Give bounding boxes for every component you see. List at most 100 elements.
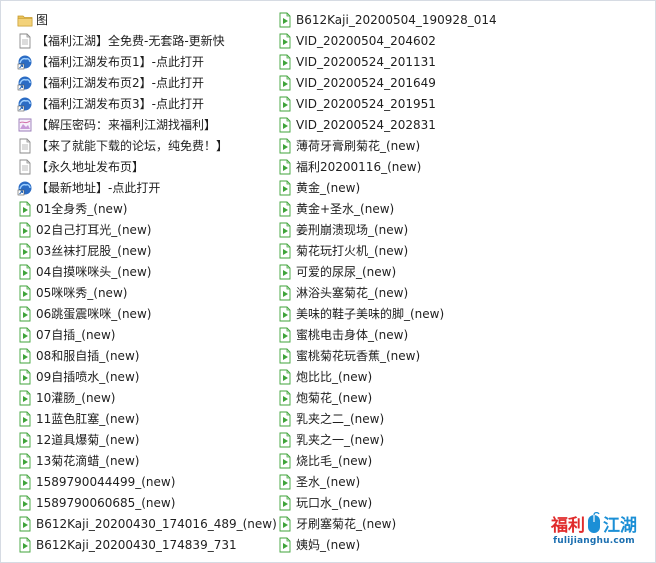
file-item[interactable]: 1589790060685_(new) [17,492,279,513]
video-file-icon [277,474,293,490]
file-item[interactable]: 【福利江湖】全免费-无套路-更新快 [17,30,279,51]
file-item[interactable]: 姨妈_(new) [277,534,539,555]
file-name: 1589790044499_(new) [36,474,176,489]
file-item[interactable]: 福利20200116_(new) [277,156,539,177]
file-name: 【来了就能下载的论坛，纯免费！】 [36,138,229,153]
video-file-icon [17,327,33,343]
video-file-icon [277,264,293,280]
file-name: 姜刑崩溃现场_(new) [296,222,409,237]
file-item[interactable]: 美味的鞋子美味的脚_(new) [277,303,539,324]
file-item[interactable]: 蜜桃电击身体_(new) [277,324,539,345]
file-list-pane: 图【福利江湖】全免费-无套路-更新快 【福利江湖发布页1】-点此打开 【福利江湖发布… [0,0,656,563]
file-item[interactable]: 乳夹之二_(new) [277,408,539,429]
file-item[interactable]: 炮菊花_(new) [277,387,539,408]
file-name: 玩口水_(new) [296,495,373,510]
file-name: B612Kaji_20200430_174016_489_(new) [36,516,277,531]
video-file-icon [277,201,293,217]
file-item[interactable]: 07自插_(new) [17,324,279,345]
file-item[interactable]: 08和服自插_(new) [17,345,279,366]
file-item[interactable]: 圣水_(new) [277,471,539,492]
video-file-icon [277,390,293,406]
file-name: 乳夹之一_(new) [296,432,385,447]
file-name: 蜜桃菊花玩香蕉_(new) [296,348,421,363]
file-item[interactable]: 13菊花滴蜡_(new) [17,450,279,471]
video-file-icon [17,474,33,490]
watermark-url: fulijianghu.com [553,536,635,546]
file-name: 圣水_(new) [296,474,361,489]
file-item[interactable]: B612Kaji_20200430_174016_489_(new) [17,513,279,534]
file-item[interactable]: 【永久地址发布页】 [17,156,279,177]
video-file-icon [277,348,293,364]
file-item[interactable]: 05咪咪秀_(new) [17,282,279,303]
video-file-icon [17,390,33,406]
file-name: VID_20200524_201951 [296,96,436,111]
file-item[interactable]: 【福利江湖发布页3】-点此打开 [17,93,279,114]
file-item[interactable]: 【福利江湖发布页1】-点此打开 [17,51,279,72]
file-item[interactable]: 乳夹之一_(new) [277,429,539,450]
file-name: 图 [36,12,49,27]
file-name: 06跳蛋震咪咪_(new) [36,306,152,321]
video-file-icon [277,537,293,553]
file-item[interactable]: 【解压密码：来福利江湖找福利】 [17,114,279,135]
file-item[interactable]: 09自插喷水_(new) [17,366,279,387]
file-item[interactable]: 12道具爆菊_(new) [17,429,279,450]
file-item[interactable]: 1589790044499_(new) [17,471,279,492]
file-name: VID_20200524_202831 [296,117,436,132]
file-name: 【最新地址】-点此打开 [36,180,161,195]
watermark-brand-right: 江湖 [603,515,637,536]
file-item[interactable]: VID_20200524_201649 [277,72,539,93]
file-item[interactable]: 炮比比_(new) [277,366,539,387]
file-item[interactable]: 02自己打耳光_(new) [17,219,279,240]
file-item[interactable]: 01全身秀_(new) [17,198,279,219]
file-name: 薄荷牙膏刷菊花_(new) [296,138,421,153]
file-item[interactable]: 玩口水_(new) [277,492,539,513]
file-item[interactable]: 黄金_(new) [277,177,539,198]
file-item[interactable]: VID_20200524_202831 [277,114,539,135]
file-item[interactable]: 11蓝色肛塞_(new) [17,408,279,429]
file-item[interactable]: 薄荷牙膏刷菊花_(new) [277,135,539,156]
video-file-icon [17,432,33,448]
file-item[interactable]: 【福利江湖发布页2】-点此打开 [17,72,279,93]
file-item[interactable]: VID_20200524_201951 [277,93,539,114]
file-name: 11蓝色肛塞_(new) [36,411,140,426]
file-name: 01全身秀_(new) [36,201,128,216]
file-item[interactable]: 【来了就能下载的论坛，纯免费！】 [17,135,279,156]
file-item[interactable]: 06跳蛋震咪咪_(new) [17,303,279,324]
file-item[interactable]: 淋浴头塞菊花_(new) [277,282,539,303]
file-item[interactable]: 牙刷塞菊花_(new) [277,513,539,534]
video-file-icon [17,285,33,301]
file-item[interactable]: B612Kaji_20200430_174839_731 [17,534,279,555]
file-item[interactable]: 黄金+圣水_(new) [277,198,539,219]
video-file-icon [277,453,293,469]
text-file-icon [17,159,33,175]
file-name: 黄金_(new) [296,180,361,195]
file-name: 黄金+圣水_(new) [296,201,395,216]
video-file-icon [17,495,33,511]
shortcut-icon [17,180,33,196]
file-item[interactable]: 03丝袜打屁股_(new) [17,240,279,261]
file-item[interactable]: 04自摸咪咪头_(new) [17,261,279,282]
video-file-icon [277,75,293,91]
file-item[interactable]: 蜜桃菊花玩香蕉_(new) [277,345,539,366]
file-item[interactable]: 烧比毛_(new) [277,450,539,471]
file-item[interactable]: 姜刑崩溃现场_(new) [277,219,539,240]
file-item[interactable]: 10灌肠_(new) [17,387,279,408]
file-item[interactable]: 【最新地址】-点此打开 [17,177,279,198]
file-name: 美味的鞋子美味的脚_(new) [296,306,445,321]
file-name: 08和服自插_(new) [36,348,140,363]
file-item[interactable]: B612Kaji_20200504_190928_014 [277,9,539,30]
text-file-icon [17,138,33,154]
file-item[interactable]: 可爱的尿尿_(new) [277,261,539,282]
file-item[interactable]: 菊花玩打火机_(new) [277,240,539,261]
video-file-icon [277,12,293,28]
file-name: 蜜桃电击身体_(new) [296,327,409,342]
file-item[interactable]: 图 [17,9,279,30]
file-item[interactable]: VID_20200504_204602 [277,30,539,51]
file-name: 02自己打耳光_(new) [36,222,152,237]
watermark-brand-left: 福利 [551,515,585,536]
video-file-icon [277,285,293,301]
file-item[interactable]: VID_20200524_201131 [277,51,539,72]
file-name: 10灌肠_(new) [36,390,116,405]
file-name: 【永久地址发布页】 [36,159,145,174]
video-file-icon [277,54,293,70]
